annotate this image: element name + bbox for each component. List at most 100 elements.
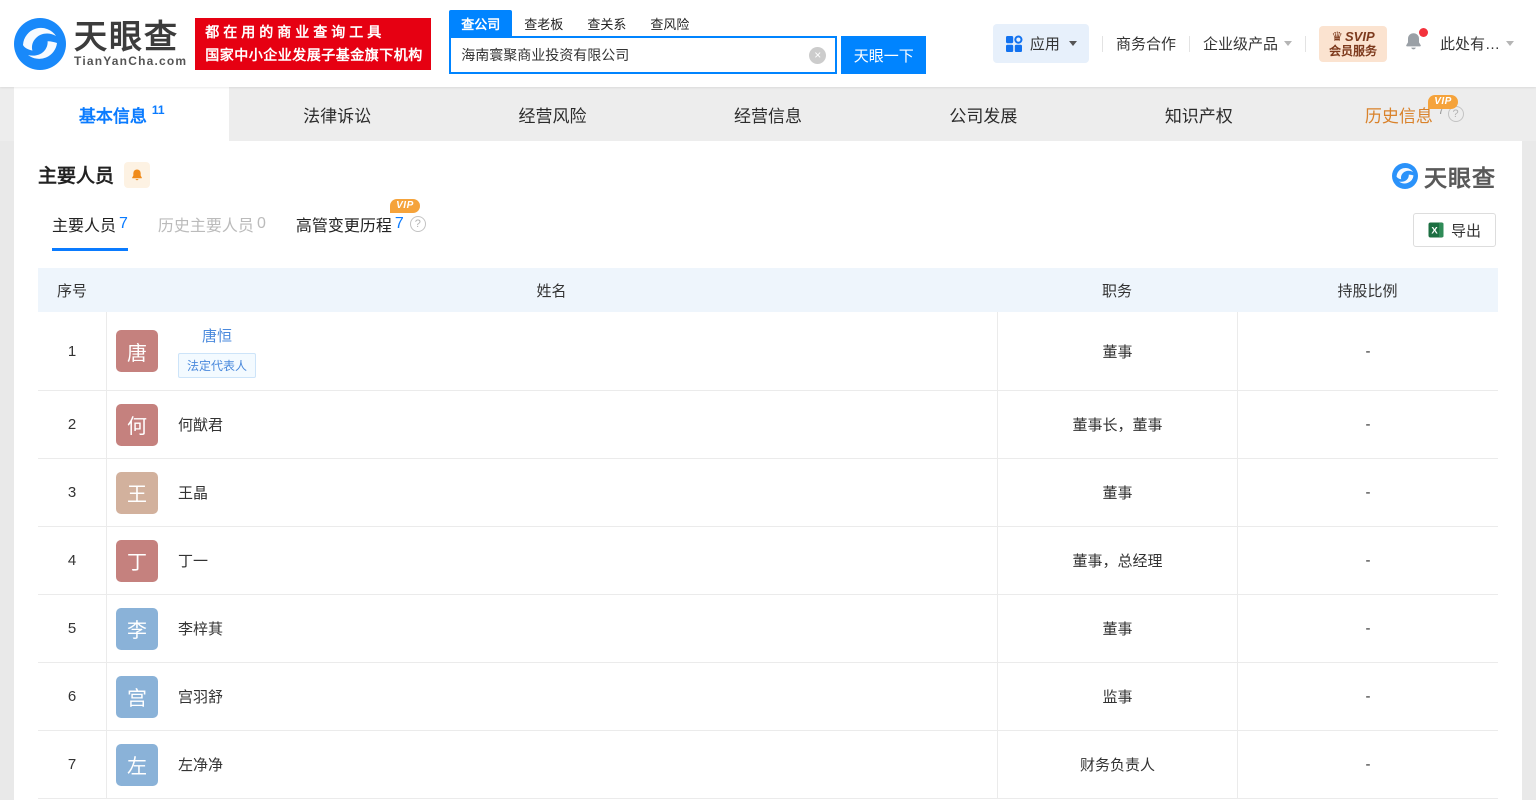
name-block: 左净净 [178, 754, 223, 775]
avatar[interactable]: 唐 [116, 330, 158, 372]
search-input[interactable] [461, 47, 792, 63]
row-number: 5 [67, 620, 77, 637]
person-name[interactable]: 唐恒 [202, 328, 232, 345]
name-block: 唐恒 法定代表人 [178, 325, 257, 378]
row-number: 2 [67, 416, 77, 433]
col-header-name: 姓名 [536, 282, 567, 300]
key-personnel-card: 主要人员 天眼查 主要人员 7 历史主要人员 0 高管变更历程 7? VIP X 导出 序号 [14, 141, 1522, 800]
share-ratio: - [1237, 391, 1498, 458]
name-block: 王晶 [178, 482, 208, 503]
tianyancha-watermark-icon [1392, 163, 1418, 189]
vip-badge: VIP [1428, 95, 1458, 109]
share-ratio: - [1237, 312, 1498, 390]
name-block: 何猷君 [178, 414, 223, 435]
divider [1304, 35, 1306, 52]
avatar[interactable]: 何 [116, 403, 158, 446]
monitor-bell-button[interactable] [124, 161, 151, 188]
personnel-subtab[interactable]: 主要人员 7 [52, 212, 128, 251]
apps-menu-button[interactable]: 应用 [992, 24, 1089, 63]
subtab-count: 7 [119, 215, 128, 232]
crown-icon: ♛ [1331, 28, 1343, 44]
subtab-count: 0 [256, 215, 266, 232]
table-header: 序号 姓名 职务 持股比例 [38, 268, 1498, 312]
nav-tab[interactable]: 知识产权 [1091, 87, 1306, 141]
person-name[interactable]: 李梓萁 [178, 621, 223, 638]
name-block: 李梓萁 [178, 618, 223, 639]
search-tab[interactable]: 查老板 [512, 10, 575, 36]
tag-row: 法定代表人 [178, 352, 257, 378]
subtab-label: 主要人员 [52, 218, 117, 235]
svip-label: SVIP [1344, 28, 1375, 44]
nav-tab[interactable]: 基本信息 11 [14, 87, 230, 141]
svg-text:X: X [1431, 226, 1438, 237]
section-title: 主要人员 [38, 166, 115, 187]
row-number: 7 [67, 756, 77, 773]
tianyancha-logo[interactable]: 天眼查 TianYanCha.com [14, 17, 188, 70]
notification-bell-button[interactable] [1403, 28, 1428, 56]
nav-tab[interactable]: 历史信息 7? VIP [1307, 87, 1522, 141]
search-tab[interactable]: 查公司 [449, 10, 513, 36]
table-body: 1 唐 唐恒 法定代表人 董事 - 2 何 何猷君 董事长，董事 - 3 王 王… [38, 312, 1498, 799]
business-coop-link[interactable]: 商务合作 [1116, 33, 1176, 54]
watermark-text: 天眼查 [1424, 165, 1496, 191]
help-icon[interactable]: ? [409, 216, 426, 232]
avatar[interactable]: 丁 [116, 539, 158, 582]
account-menu[interactable]: 此处有… [1440, 33, 1514, 54]
bell-icon [132, 168, 142, 180]
share-ratio: - [1237, 459, 1498, 526]
divider [1101, 35, 1103, 52]
search-tabs: 查公司 查老板 查关系 查风险 [449, 10, 927, 36]
clear-search-icon[interactable]: × [809, 47, 827, 64]
col-header-no: 序号 [56, 282, 87, 300]
logo-text-en: TianYanCha.com [74, 53, 188, 68]
slogan-banner: 都在用的商业查询工具 国家中小企业发展子基金旗下机构 [195, 17, 432, 70]
avatar[interactable]: 宫 [116, 675, 158, 718]
person-position: 财务负责人 [997, 731, 1237, 798]
search-tab[interactable]: 查关系 [575, 10, 638, 36]
svip-member-badge[interactable]: ♛ SVIP 会员服务 [1318, 25, 1387, 62]
avatar[interactable]: 王 [116, 471, 158, 514]
nav-tab-label: 经营信息 [733, 106, 802, 126]
person-position: 董事长，董事 [997, 391, 1237, 458]
name-block: 宫羽舒 [178, 686, 223, 707]
header-right: 应用 商务合作 企业级产品 ♛ SVIP 会员服务 此处有… [992, 24, 1514, 63]
share-ratio: - [1237, 595, 1498, 662]
person-name[interactable]: 王晶 [178, 485, 208, 502]
chevron-down-icon [1283, 41, 1292, 46]
apps-menu-label: 应用 [1029, 36, 1060, 53]
subtab-count: 7 [394, 215, 404, 232]
personnel-subtab[interactable]: 历史主要人员 0 [158, 212, 266, 251]
export-button[interactable]: X 导出 [1412, 213, 1496, 247]
search-box: × [449, 36, 838, 74]
person-position: 董事 [997, 595, 1237, 662]
nav-tab[interactable]: 经营信息 [660, 87, 875, 141]
person-name[interactable]: 丁一 [178, 553, 208, 570]
person-name[interactable]: 何猷君 [178, 417, 223, 434]
search-button[interactable]: 天眼一下 [841, 36, 927, 74]
table-row: 3 王 王晶 董事 - [38, 459, 1498, 527]
excel-icon: X [1428, 222, 1444, 238]
col-header-ratio: 持股比例 [1337, 282, 1398, 300]
nav-tab[interactable]: 法律诉讼 [229, 87, 444, 141]
col-header-position: 职务 [1101, 282, 1132, 300]
avatar[interactable]: 李 [116, 607, 158, 650]
nav-tab[interactable]: 经营风险 [445, 87, 660, 141]
share-ratio: - [1237, 731, 1498, 798]
nav-tab-label: 知识产权 [1164, 106, 1233, 126]
personnel-subtab[interactable]: 高管变更历程 7? VIP [296, 199, 426, 251]
account-menu-label: 此处有… [1439, 36, 1500, 53]
divider [1188, 35, 1190, 52]
search-tab[interactable]: 查风险 [638, 10, 701, 36]
share-ratio: - [1237, 663, 1498, 730]
nav-tab[interactable]: 公司发展 [876, 87, 1091, 141]
enterprise-product-link[interactable]: 企业级产品 [1203, 33, 1292, 54]
top-header: 天眼查 TianYanCha.com 都在用的商业查询工具 国家中小企业发展子基… [0, 0, 1536, 87]
table-row: 2 何 何猷君 董事长，董事 - [38, 391, 1498, 459]
person-position: 董事，总经理 [997, 527, 1237, 594]
avatar[interactable]: 左 [116, 743, 158, 786]
nav-tab-label: 经营风险 [518, 106, 587, 126]
row-number: 3 [67, 484, 77, 501]
person-name[interactable]: 宫羽舒 [178, 689, 223, 706]
legal-rep-tag[interactable]: 法定代表人 [178, 352, 257, 378]
person-name[interactable]: 左净净 [178, 757, 223, 774]
